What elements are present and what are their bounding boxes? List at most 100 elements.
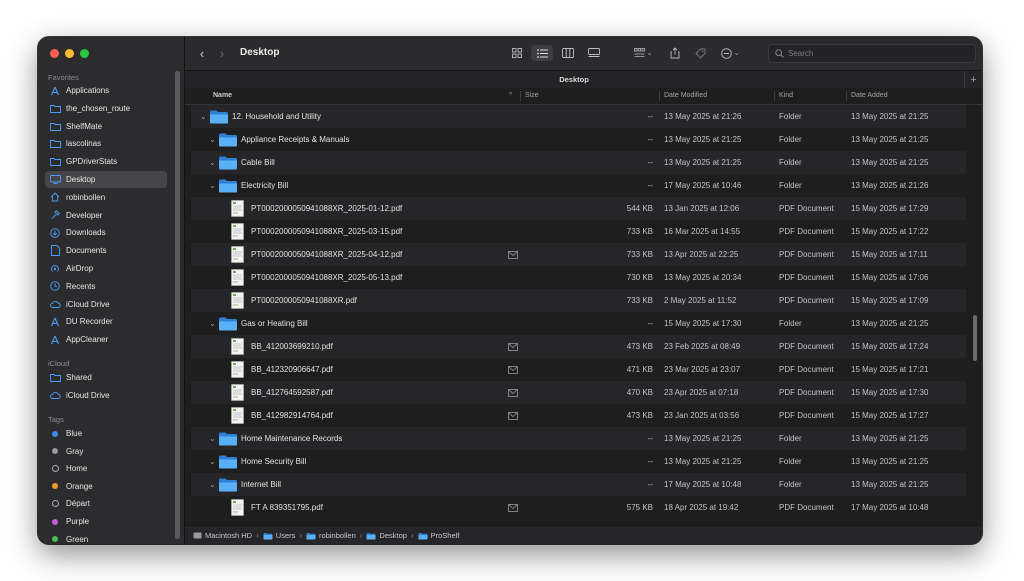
pdf-file-icon [231,499,244,521]
close-button[interactable] [50,49,59,58]
sidebar-scrollbar[interactable] [175,71,180,539]
sidebar-item-the-chosen-route[interactable]: the_chosen_route [45,100,167,117]
folder-icon [219,179,237,193]
tag-orange[interactable]: Orange [45,478,167,495]
disclosure-chevron-icon[interactable]: ⌄ [209,128,216,151]
disclosure-chevron-icon[interactable]: ⌄ [209,473,216,496]
sidebar-item-gpdriverstats[interactable]: GPDriverStats [45,153,167,170]
back-button[interactable]: ‹ [195,45,209,61]
pdf-file-icon [231,499,244,516]
list-row[interactable]: ⌄ Gas or Heating Bill -- 15 May 2025 at 17:… [191,312,966,335]
row-date-added: 15 May 2025 at 17:27 [851,411,929,420]
list-row[interactable]: PT0002000050941088XR_2025-05-13.pdf 730 K… [191,266,966,289]
sidebar-item-airdrop[interactable]: AirDrop [45,260,167,277]
list-scrollbar[interactable] [973,315,977,361]
path-crumb-proshelf[interactable]: ProShelf [418,531,459,540]
list-row[interactable]: ⌄ Internet Bill -- 17 May 2025 at 10:48 Fold… [191,473,966,496]
forward-button[interactable]: › [215,45,229,61]
list-row[interactable]: BB_412320906647.pdf 471 KB 23 Mar 2025 at … [191,358,966,381]
list-row[interactable]: ⌄ Cable Bill -- 13 May 2025 at 21:25 Folder 1… [191,151,966,174]
row-kind: Folder [779,181,802,190]
sidebar-item-icloud-drive[interactable]: iCloud Drive [45,296,167,313]
icon-view-button[interactable] [510,45,524,61]
list-row[interactable]: ⌄ Electricity Bill -- 17 May 2025 at 10:46 F… [191,174,966,197]
row-size: -- [647,434,653,443]
tag-home[interactable]: Home [45,460,167,477]
minimize-button[interactable] [65,49,74,58]
path-crumb-users[interactable]: Users [263,531,295,540]
row-date-added: 15 May 2025 at 17:11 [851,250,928,259]
row-date-added: 15 May 2025 at 17:21 [851,365,929,374]
path-crumb-label: Desktop [379,531,407,540]
sidebar-item-developer[interactable]: Developer [45,207,167,224]
group-by-button[interactable]: ⌄ [631,45,655,61]
disclosure-chevron-icon[interactable]: ⌄ [209,427,216,450]
list-row[interactable]: PT0002000050941088XR_2025-01-12.pdf 544 K… [191,197,966,220]
more-actions-button[interactable]: ⌄ [717,45,743,61]
path-crumb-robinbollen[interactable]: robinbollen [306,531,356,540]
disclosure-chevron-icon[interactable]: ⌄ [209,312,216,335]
cloud-icon [48,391,62,400]
row-date-modified: 17 May 2025 at 10:48 [664,480,742,489]
tag-gray[interactable]: Gray [45,443,167,460]
tag-green[interactable]: Green [45,531,167,544]
column-kind[interactable]: Kind [779,92,793,99]
disclosure-chevron-icon[interactable]: ⌄ [209,519,216,523]
main-pane: ‹ › Desktop ⌄ ⌄ Search Desktop + Name ^ … [185,37,982,544]
list-view-button[interactable] [531,45,553,61]
tag-label: Départ [66,499,91,509]
sidebar-item-icloud-icloud-drive[interactable]: iCloud Drive [45,387,167,404]
sidebar-item-recents[interactable]: Recents [45,278,167,295]
tag-button[interactable] [693,45,707,61]
zoom-button[interactable] [80,49,89,58]
list-row[interactable]: ⌄ Home Maintenance Records -- 13 May 2025 a… [191,427,966,450]
row-size: 733 KB [626,296,653,305]
column-date-modified[interactable]: Date Modified [664,92,707,99]
column-view-button[interactable] [561,45,575,61]
tab-desktop[interactable]: Desktop [185,75,963,84]
list-row[interactable]: BB_412982914764.pdf 473 KB 23 Jan 2025 at … [191,404,966,427]
new-tab-button[interactable]: + [964,71,982,88]
list-row[interactable]: PT0002000050941088XR_2025-03-15.pdf 733 K… [191,220,966,243]
list-row[interactable]: BB_412003699210.pdf 473 KB 23 Feb 2025 at … [191,335,966,358]
list-row[interactable]: PT0002000050941088XR.pdf 733 KB 2 May 2025… [191,289,966,312]
list-row[interactable]: PT0002000050941088XR_2025-04-12.pdf 733 K… [191,243,966,266]
disclosure-chevron-icon[interactable]: ⌄ [209,450,216,473]
path-crumb-macintosh-hd[interactable]: Macintosh HD [193,531,252,540]
envelope-icon [508,335,518,358]
column-size[interactable]: Size [525,92,539,99]
sidebar-item-robinbollen[interactable]: robinbollen [45,189,167,206]
chevron-right-icon: › [410,531,414,540]
list-row[interactable]: ⌄ 12. Household and Utility -- 13 May 2025 … [191,105,966,128]
column-date-added[interactable]: Date Added [851,92,888,99]
list-row-partial[interactable]: ⌄ [191,519,966,523]
list-row[interactable]: ⌄ Appliance Receipts & Manuals -- 13 May 20… [191,128,966,151]
folder-icon [306,532,316,540]
disclosure-chevron-icon[interactable]: ⌄ [209,151,216,174]
tag-d-part[interactable]: Départ [45,495,167,512]
sidebar-item-desktop[interactable]: Desktop [45,171,167,188]
tag-blue[interactable]: Blue [45,425,167,442]
sidebar-item-appcleaner[interactable]: AppCleaner [45,331,167,348]
share-button[interactable] [668,45,682,61]
list-row[interactable]: ⌄ Home Security Bill -- 13 May 2025 at 21:2… [191,450,966,473]
tag-purple[interactable]: Purple [45,513,167,530]
disclosure-chevron-icon[interactable]: ⌄ [209,174,216,197]
gallery-view-button[interactable] [587,45,601,61]
sidebar-item-du-recorder[interactable]: DU Recorder [45,313,167,330]
row-date-added: 13 May 2025 at 21:25 [851,112,929,121]
sidebar-item-icloud-shared[interactable]: Shared [45,369,167,386]
sidebar-item-shelfmate[interactable]: ShelfMate [45,118,167,135]
sidebar-item-label: AppCleaner [66,335,109,345]
path-crumb-desktop[interactable]: Desktop [366,531,407,540]
sidebar-item-lascolinas[interactable]: lascolinas [45,135,167,152]
list-row[interactable]: BB_412764592587.pdf 470 KB 23 Apr 2025 at … [191,381,966,404]
sidebar-item-applications[interactable]: Applications [45,82,167,99]
folder-icon [366,532,376,539]
sidebar-item-documents[interactable]: Documents [45,242,167,259]
disclosure-chevron-icon[interactable]: ⌄ [200,105,207,128]
search-field[interactable]: Search [768,44,976,63]
sidebar-item-downloads[interactable]: Downloads [45,224,167,241]
column-name[interactable]: Name [213,92,232,99]
list-row[interactable]: FT A 839351795.pdf 575 KB 18 Apr 2025 at 1… [191,496,966,519]
